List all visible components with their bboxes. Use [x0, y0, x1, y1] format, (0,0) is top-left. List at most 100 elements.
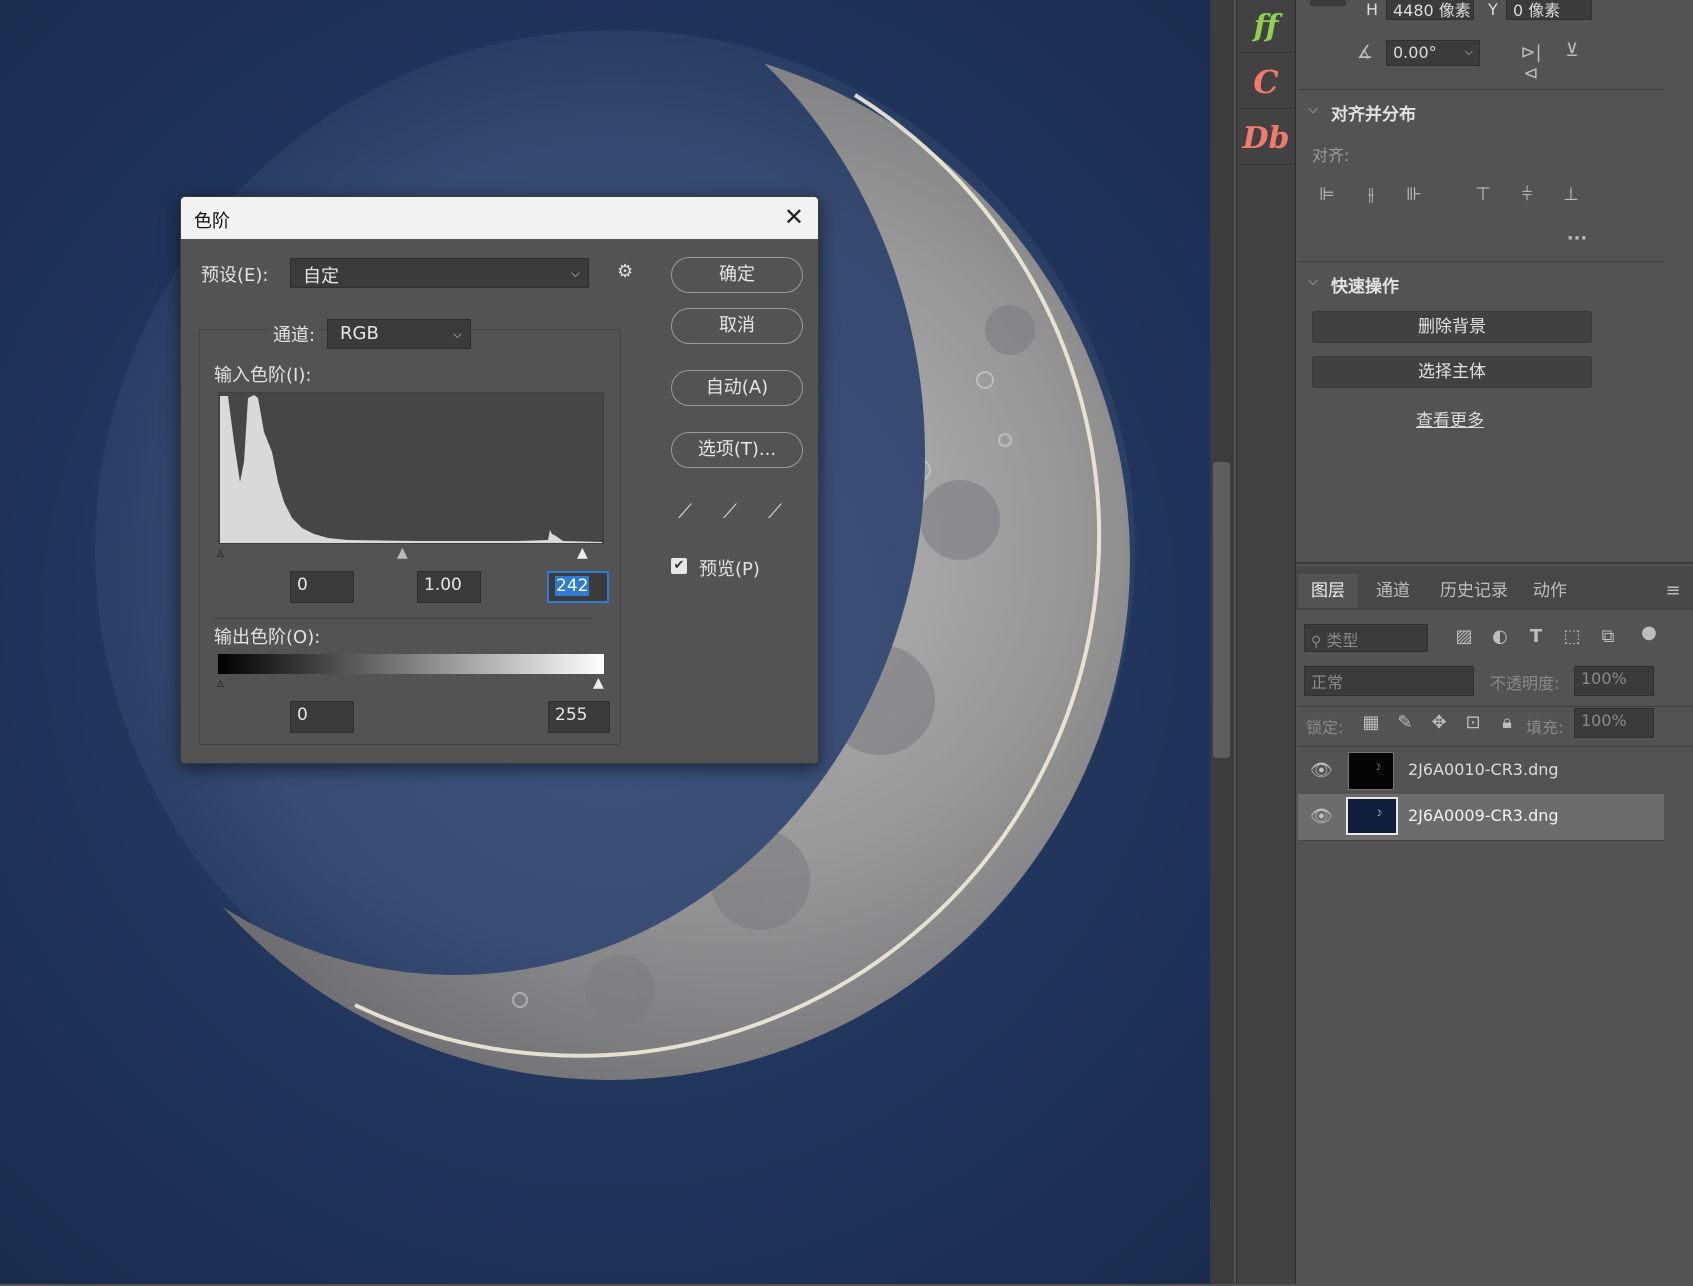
- levels-dialog: 色阶 ✕ 预设(E): 自定 ⌵ ⚙ 确定 取消 自动(A) 选项(T)... …: [180, 196, 819, 764]
- plugin-ff-label: ff: [1253, 8, 1279, 44]
- quick-actions-title: 快速操作: [1331, 277, 1399, 297]
- fill-label: 填充:: [1526, 718, 1564, 737]
- preset-dropdown[interactable]: 自定 ⌵: [290, 258, 589, 288]
- gray-eyedropper-icon[interactable]: ⟋: [723, 499, 737, 523]
- tab-layers[interactable]: 图层: [1298, 574, 1358, 608]
- cancel-button[interactable]: 取消: [671, 308, 803, 344]
- canvas-scrollbar-thumb[interactable]: [1213, 462, 1230, 758]
- blend-mode-select[interactable]: 正常: [1304, 666, 1474, 696]
- chevron-down-icon: ⌵: [570, 266, 580, 280]
- plugin-ff-icon[interactable]: ff: [1237, 0, 1295, 53]
- shape-filter-icon[interactable]: ⬚: [1560, 626, 1584, 647]
- align-section-title: 对齐并分布: [1331, 105, 1416, 125]
- plugin-c-label: C: [1253, 63, 1279, 101]
- auto-button[interactable]: 自动(A): [671, 370, 803, 406]
- align-bottom-icon[interactable]: ⊥: [1560, 184, 1582, 205]
- plugin-db-icon[interactable]: Db: [1237, 112, 1295, 165]
- close-icon[interactable]: ✕: [784, 203, 804, 231]
- layer-name: 2J6A0010-CR3.dng: [1408, 760, 1559, 779]
- lock-move-icon[interactable]: ✥: [1428, 712, 1450, 733]
- channel-dropdown[interactable]: RGB ⌵: [327, 319, 471, 349]
- layer-name: 2J6A0009-CR3.dng: [1408, 806, 1559, 825]
- search-icon: ⚲: [1311, 634, 1322, 650]
- lock-paint-icon[interactable]: ✎: [1394, 712, 1416, 733]
- output-white-slider[interactable]: ▲: [593, 675, 604, 691]
- more-options-icon[interactable]: ···: [1564, 228, 1590, 249]
- input-black-slider[interactable]: ▵: [217, 545, 224, 561]
- panel-menu-icon[interactable]: ≡: [1662, 580, 1684, 601]
- divider: [1298, 89, 1664, 90]
- align-vertical-center-icon[interactable]: ⫩: [1516, 184, 1538, 205]
- flip-horizontal-icon[interactable]: ⊳|⊲: [1518, 42, 1544, 84]
- black-eyedropper-icon[interactable]: ⟋: [678, 499, 692, 523]
- histogram: [218, 392, 604, 544]
- chevron-down-icon: ⌵: [1464, 45, 1473, 58]
- preset-value: 自定: [303, 266, 339, 287]
- angle-field[interactable]: 0.00° ⌵: [1386, 40, 1480, 66]
- layer-thumbnail: ☽: [1346, 797, 1398, 835]
- height-field[interactable]: 4480 像素: [1386, 0, 1474, 20]
- input-black-field[interactable]: 0: [290, 571, 354, 603]
- channel-value: RGB: [340, 323, 379, 344]
- type-filter-icon[interactable]: T: [1524, 626, 1548, 647]
- align-horizontal-center-icon[interactable]: ⫲: [1360, 184, 1382, 205]
- preview-label: 预览(P): [699, 559, 760, 580]
- white-eyedropper-icon[interactable]: ⟋: [768, 499, 782, 523]
- align-top-icon[interactable]: ⊤: [1472, 184, 1494, 205]
- layer-thumbnail: ☽: [1348, 752, 1394, 790]
- layer-filter-input[interactable]: ⚲ 类型: [1304, 624, 1428, 652]
- fill-field[interactable]: 100%: [1574, 708, 1654, 738]
- h-label: H: [1366, 0, 1379, 19]
- smart-object-filter-icon[interactable]: ⧉: [1596, 626, 1620, 647]
- lock-transparent-icon[interactable]: ▦: [1360, 712, 1382, 733]
- divider: [1298, 261, 1664, 262]
- collapse-chevron-icon[interactable]: ⌵: [1306, 274, 1320, 289]
- output-black-slider[interactable]: ▵: [217, 675, 224, 691]
- moon-thumbnail-icon: ☽: [1373, 763, 1382, 773]
- image-filter-icon[interactable]: ▨: [1452, 626, 1476, 647]
- options-button[interactable]: 选项(T)...: [671, 432, 803, 468]
- lock-all-icon[interactable]: 🔒︎: [1496, 712, 1518, 733]
- tab-channels[interactable]: 通道: [1360, 574, 1426, 608]
- preview-checkbox[interactable]: ✔: [671, 558, 687, 574]
- link-dimensions-button[interactable]: [1310, 0, 1346, 6]
- opacity-field[interactable]: 100%: [1574, 666, 1654, 696]
- plugin-db-label: Db: [1242, 120, 1290, 156]
- output-black-field[interactable]: 0: [290, 701, 354, 733]
- input-levels-label: 输入色阶(I):: [214, 365, 312, 386]
- tab-actions[interactable]: 动作: [1522, 574, 1578, 608]
- adjustment-filter-icon[interactable]: ◐: [1488, 626, 1512, 647]
- gear-icon[interactable]: ⚙: [617, 261, 633, 282]
- input-gamma-slider[interactable]: ▲: [397, 545, 408, 561]
- divider: [214, 618, 592, 619]
- remove-background-button[interactable]: 删除背景: [1312, 311, 1592, 343]
- y-label: Y: [1488, 0, 1498, 19]
- eye-icon[interactable]: 👁︎: [1310, 806, 1333, 827]
- input-white-slider[interactable]: ▲: [577, 545, 588, 561]
- output-white-field[interactable]: 255: [548, 701, 610, 733]
- moon-thumbnail-icon: ☽: [1374, 809, 1383, 819]
- align-label: 对齐:: [1312, 146, 1350, 165]
- y-field[interactable]: 0 像素: [1506, 0, 1592, 20]
- ok-button[interactable]: 确定: [671, 257, 803, 293]
- select-subject-button[interactable]: 选择主体: [1312, 356, 1592, 388]
- preset-label: 预设(E):: [201, 265, 269, 286]
- plugin-strip: ff C Db: [1236, 0, 1296, 1284]
- collapse-chevron-icon[interactable]: ⌵: [1306, 102, 1320, 117]
- plugin-c-icon[interactable]: C: [1237, 56, 1295, 109]
- tab-history[interactable]: 历史记录: [1426, 574, 1522, 608]
- lock-artboard-icon[interactable]: ⊡: [1462, 712, 1484, 733]
- dialog-title: 色阶: [194, 211, 230, 232]
- layer-row-selected[interactable]: 👁︎ ☽ 2J6A0009-CR3.dng: [1298, 794, 1664, 841]
- angle-icon: ∡: [1356, 42, 1374, 63]
- input-gamma-field[interactable]: 1.00: [417, 571, 481, 603]
- layer-row[interactable]: 👁︎ ☽ 2J6A0010-CR3.dng: [1298, 748, 1664, 795]
- filter-placeholder: 类型: [1326, 631, 1359, 650]
- align-right-icon[interactable]: ⊪: [1403, 184, 1425, 205]
- eye-icon[interactable]: 👁︎: [1310, 760, 1333, 781]
- flip-vertical-icon[interactable]: ⊻: [1560, 40, 1584, 61]
- input-white-field[interactable]: 242: [547, 571, 609, 603]
- align-left-icon[interactable]: ⊫: [1316, 184, 1338, 205]
- filter-toggle-icon[interactable]: ●: [1640, 622, 1658, 643]
- see-more-link[interactable]: 查看更多: [1416, 406, 1484, 431]
